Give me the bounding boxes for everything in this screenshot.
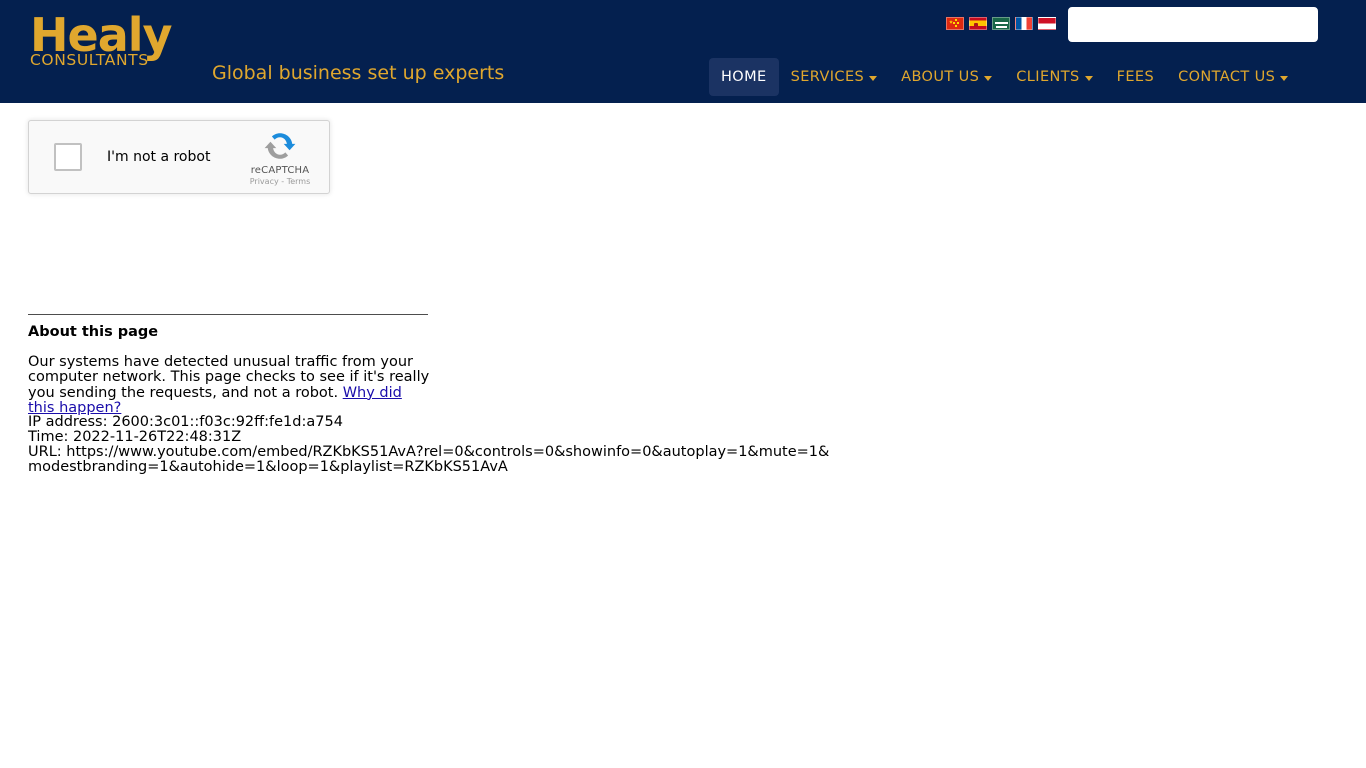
indonesia-flag-icon[interactable] — [1038, 17, 1056, 30]
recaptcha-checkbox-label: I'm not a robot — [107, 149, 211, 165]
search-input[interactable] — [1068, 7, 1318, 42]
nav-item-clients[interactable]: CLIENTS — [1004, 58, 1104, 96]
request-metadata: IP address: 2600:3c01::f03c:92ff:fe1d:a7… — [28, 415, 838, 475]
recaptcha-checkbox[interactable] — [54, 143, 82, 171]
main-navigation: HOME SERVICES ABOUT US CLIENTS FEES CONT… — [709, 58, 1300, 96]
china-flag-icon[interactable] — [946, 17, 964, 30]
nav-label-about-us: ABOUT US — [901, 69, 980, 85]
ip-address-line: IP address: 2600:3c01::f03c:92ff:fe1d:a7… — [28, 414, 343, 430]
chevron-down-icon — [1084, 75, 1093, 81]
language-flag-bar — [946, 17, 1056, 30]
recaptcha-legal-links: Privacy - Terms — [250, 177, 311, 186]
logo-sub-text: CONSULTANTS — [30, 51, 149, 69]
recaptcha-checkbox-area[interactable] — [29, 143, 107, 171]
nav-item-fees[interactable]: FEES — [1105, 58, 1166, 96]
nav-label-home: HOME — [721, 69, 767, 85]
site-tagline: Global business set up experts — [212, 62, 505, 84]
nav-item-about-us[interactable]: ABOUT US — [889, 58, 1004, 96]
time-line: Time: 2022-11-26T22:48:31Z — [28, 429, 242, 445]
about-heading: About this page — [28, 324, 159, 340]
about-description: Our systems have detected unusual traffi… — [28, 354, 432, 416]
recaptcha-widget[interactable]: I'm not a robot reCAPTCHA Privacy - Term… — [28, 120, 330, 194]
nav-label-contact-us: CONTACT US — [1178, 69, 1276, 85]
nav-label-services: SERVICES — [790, 69, 865, 85]
site-logo[interactable]: Healy CONSULTANTS — [28, 12, 210, 78]
chevron-down-icon — [869, 75, 878, 81]
nav-item-contact-us[interactable]: CONTACT US — [1166, 58, 1300, 96]
url-line: URL: https://www.youtube.com/embed/RZKbK… — [28, 444, 830, 475]
site-header: Healy CONSULTANTS Global business set up… — [0, 0, 1366, 103]
nav-label-fees: FEES — [1116, 69, 1155, 85]
nav-item-services[interactable]: SERVICES — [779, 58, 890, 96]
chevron-down-icon — [1280, 75, 1289, 81]
spain-flag-icon[interactable] — [969, 17, 987, 30]
france-flag-icon[interactable] — [1015, 17, 1033, 30]
about-divider — [28, 314, 428, 315]
recaptcha-branding: reCAPTCHA Privacy - Terms — [237, 129, 329, 186]
recaptcha-legal-separator: - — [281, 176, 285, 186]
chevron-down-icon — [984, 75, 993, 81]
nav-label-clients: CLIENTS — [1016, 69, 1080, 85]
saudi-arabia-flag-icon[interactable] — [992, 17, 1010, 30]
recaptcha-terms-link[interactable]: Terms — [287, 177, 311, 186]
recaptcha-logo-icon — [264, 132, 296, 159]
recaptcha-brand-name: reCAPTCHA — [250, 164, 310, 176]
recaptcha-privacy-link[interactable]: Privacy — [250, 177, 279, 186]
nav-item-home[interactable]: HOME — [709, 58, 779, 96]
